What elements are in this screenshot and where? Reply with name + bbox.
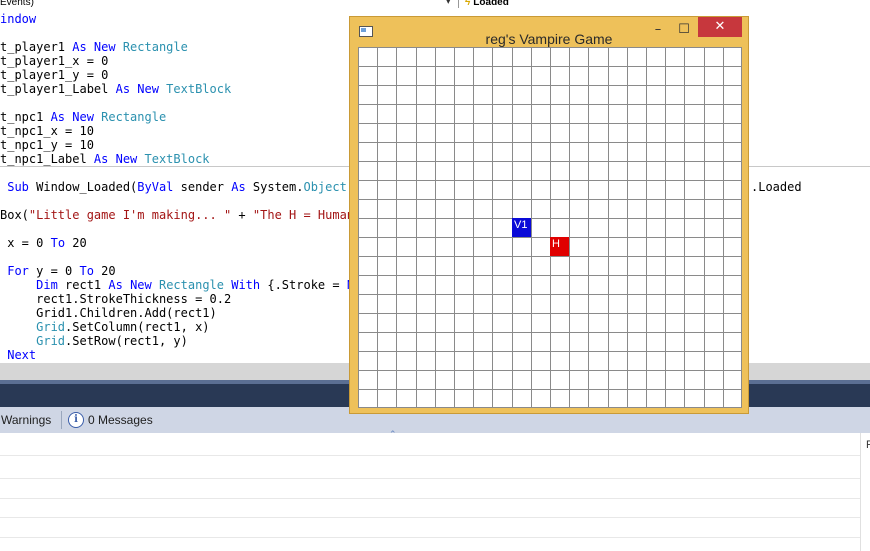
toolbar-divider: [61, 411, 62, 429]
event-dropdown-value: Loaded: [473, 0, 509, 8]
code-line: Grid.SetColumn(rect1, x): [0, 320, 210, 334]
player-label: H: [552, 238, 560, 250]
code-line: Grid1.Children.Add(rect1): [0, 306, 217, 320]
object-dropdown[interactable]: Events): [0, 0, 448, 8]
list-row-divider: [0, 478, 860, 479]
grid-lines: [358, 47, 742, 408]
column-divider[interactable]: [860, 433, 861, 551]
code-line: Sub Window_Loaded(ByVal sender As System…: [0, 180, 354, 194]
messages-filter[interactable]: 0 Messages: [88, 413, 153, 427]
warnings-filter[interactable]: Warnings: [1, 413, 51, 427]
code-line: x = 0 To 20: [7, 236, 87, 250]
code-line: indow: [0, 12, 37, 26]
code-line: rect1.StrokeThickness = 0.2: [0, 292, 232, 306]
lightning-icon: ϟ: [465, 0, 471, 8]
close-button[interactable]: ✕: [698, 17, 742, 37]
list-row-divider: [0, 455, 860, 456]
list-row-divider: [0, 517, 860, 518]
code-line: t_player1_Label As New TextBlock: [0, 82, 232, 96]
object-dropdown-value: Events): [0, 0, 34, 8]
code-line: Box("Little game I'm making... " + "The …: [0, 208, 362, 222]
code-line: t_player1_y = 0: [0, 68, 109, 82]
code-line: t_npc1_x = 10: [0, 124, 94, 138]
minimize-button[interactable]: –: [646, 20, 670, 40]
info-icon[interactable]: i: [68, 412, 84, 428]
code-line: t_npc1_Label As New TextBlock: [0, 152, 210, 166]
list-row-divider: [0, 498, 860, 499]
event-dropdown[interactable]: ϟ Loaded: [458, 0, 870, 8]
maximize-button[interactable]: ☐: [672, 20, 696, 40]
error-list[interactable]: ⌃ F: [0, 430, 870, 551]
npc-label: V1: [514, 219, 528, 231]
game-window[interactable]: reg's Vampire Game – ☐ ✕ V1 H: [349, 16, 749, 414]
code-line: t_npc1_y = 10: [0, 138, 94, 152]
chevron-down-icon[interactable]: ▾: [446, 0, 451, 7]
list-row-divider: [0, 537, 860, 538]
code-line: t_npc1 As New Rectangle: [0, 110, 167, 124]
game-grid[interactable]: V1 H: [358, 47, 742, 408]
code-line: Next: [0, 348, 37, 362]
column-header-file[interactable]: F: [866, 439, 870, 451]
code-line: Dim rect1 As New Rectangle With {.Stroke…: [0, 278, 361, 292]
code-line: For y = 0 To 20: [0, 264, 116, 278]
code-line: Grid.SetRow(rect1, y): [0, 334, 188, 348]
handles-suffix: .Loaded: [751, 180, 802, 194]
code-line: t_player1_x = 0: [0, 54, 109, 68]
player-h-marker: H: [550, 237, 569, 256]
sort-arrow-icon: ⌃: [389, 430, 397, 440]
code-line: t_player1 As New Rectangle: [0, 40, 188, 54]
npc-v1-marker: V1: [512, 218, 531, 237]
